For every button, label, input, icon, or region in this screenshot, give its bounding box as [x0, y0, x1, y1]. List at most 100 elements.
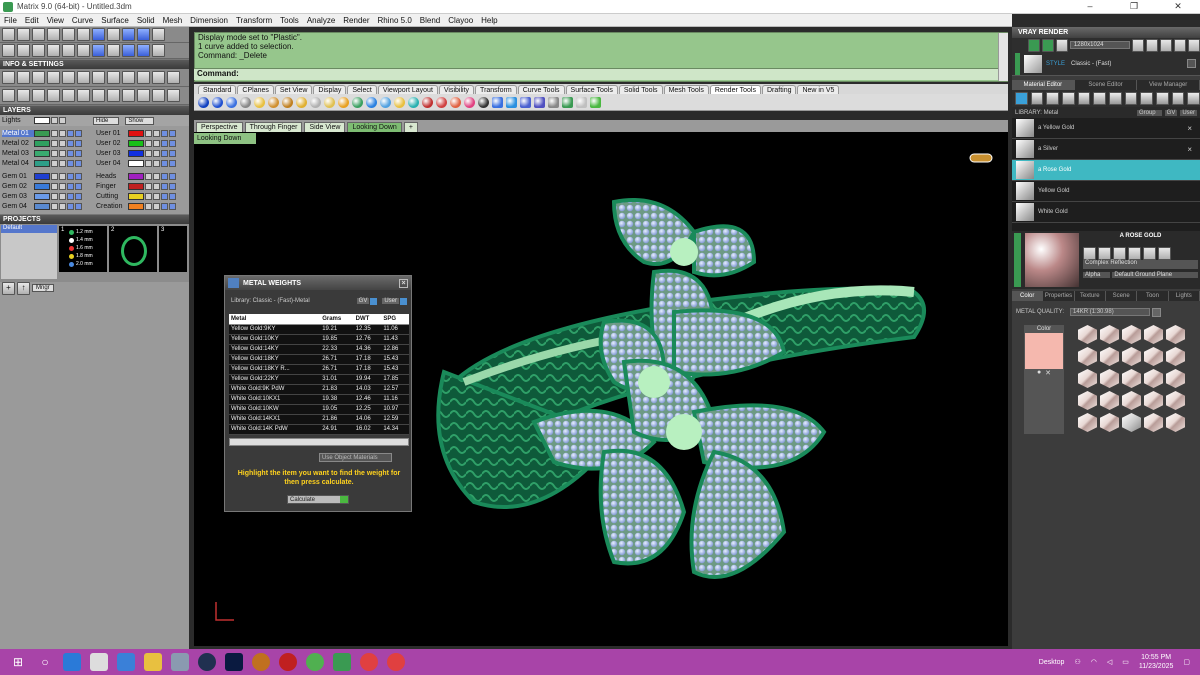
left-tool-4-12-icon[interactable] — [167, 89, 180, 102]
layer-select-icon[interactable] — [67, 159, 74, 167]
metal-preset-cube-icon[interactable] — [1166, 413, 1185, 432]
material-tool-9-icon[interactable] — [1140, 92, 1154, 105]
layer-color-swatch[interactable] — [34, 172, 50, 180]
layer-color-swatch[interactable] — [128, 202, 144, 210]
layer-lock-icon[interactable] — [153, 182, 160, 190]
left-tool-2-1-icon[interactable] — [2, 44, 15, 57]
layer-select-icon[interactable] — [161, 202, 168, 210]
left-tool-4-10-icon[interactable] — [137, 89, 150, 102]
material-item[interactable]: a Rose Gold — [1012, 160, 1200, 181]
left-tool-1-2-icon[interactable] — [17, 28, 30, 41]
render-tool-12-icon[interactable] — [352, 96, 363, 108]
app-icon-9[interactable] — [252, 653, 270, 671]
menu-item-analyze[interactable]: Analyze — [303, 16, 339, 25]
left-tool-2-7-icon[interactable] — [92, 44, 105, 57]
preview-icon-3[interactable] — [1113, 247, 1126, 260]
metal-preset-cube-icon[interactable] — [1078, 369, 1097, 388]
file-explorer-icon[interactable] — [144, 653, 162, 671]
app-icon-11[interactable] — [306, 653, 324, 671]
layer-select-icon[interactable] — [67, 129, 74, 137]
left-tool-4-1-icon[interactable] — [2, 89, 15, 102]
projects-header[interactable]: PROJECTS — [0, 214, 189, 224]
menu-item-file[interactable]: File — [0, 16, 21, 25]
menu-item-help[interactable]: Help — [477, 16, 501, 25]
render-tool-14-icon[interactable] — [380, 96, 391, 108]
metal-preset-cube-icon[interactable] — [1122, 391, 1141, 410]
render-tool-4-icon[interactable] — [240, 96, 251, 108]
layer-lock-icon[interactable] — [153, 149, 160, 157]
render-tool-20-icon[interactable] — [464, 96, 475, 108]
metal-preset-cube-icon[interactable] — [1100, 413, 1119, 432]
layer-row[interactable]: Creation — [94, 201, 188, 211]
layer-color-swatch[interactable] — [128, 192, 144, 200]
toolbar-tab-render-tools[interactable]: Render Tools — [709, 84, 761, 94]
render-tool-24-icon[interactable] — [520, 96, 531, 108]
material-item[interactable]: White Gold — [1012, 202, 1200, 223]
left-tool-1-10-icon[interactable] — [137, 28, 150, 41]
user-button[interactable]: User — [382, 298, 399, 304]
hide-button[interactable]: Hide — [93, 116, 120, 125]
left-tool-4-9-icon[interactable] — [122, 89, 135, 102]
add-project-button[interactable]: + — [2, 281, 15, 295]
menu-item-blend[interactable]: Blend — [416, 16, 444, 25]
layer-select-icon[interactable] — [161, 172, 168, 180]
alpha-select[interactable]: Alpha — [1083, 272, 1111, 278]
render-tool-29-icon[interactable] — [590, 96, 601, 108]
layer-visible-icon[interactable] — [51, 172, 58, 180]
render-tool-18-icon[interactable] — [436, 96, 447, 108]
layer-delete-icon[interactable] — [169, 192, 176, 200]
metal-preset-cube-icon[interactable] — [1144, 325, 1163, 344]
metal-quality-select[interactable]: 14KR (1:30.98) — [1070, 308, 1151, 316]
metal-preset-cube-icon[interactable] — [1100, 369, 1119, 388]
left-tool-1-9-icon[interactable] — [122, 28, 135, 41]
layer-color-swatch[interactable] — [34, 192, 50, 200]
settings-icon[interactable] — [1132, 38, 1145, 52]
metal-preset-cube-icon[interactable] — [1166, 325, 1185, 344]
metal-preset-cube-icon[interactable] — [1144, 391, 1163, 410]
left-tool-1-1-icon[interactable] — [2, 28, 15, 41]
layer-lock-icon[interactable] — [153, 202, 160, 210]
render-tool-15-icon[interactable] — [394, 96, 405, 108]
table-header-spg[interactable]: SPG — [381, 314, 409, 325]
metal-preset-cube-icon[interactable] — [1100, 347, 1119, 366]
layer-visible-icon[interactable] — [145, 182, 152, 190]
info-settings-header[interactable]: INFO & SETTINGS — [0, 59, 189, 69]
layer-select-icon[interactable] — [161, 159, 168, 167]
render-tool-3-icon[interactable] — [226, 96, 237, 108]
clear-color-icon[interactable]: ✕ — [1045, 369, 1051, 378]
left-tool-3-9-icon[interactable] — [122, 71, 135, 84]
material-tool-11-icon[interactable] — [1171, 92, 1185, 105]
network-icon[interactable]: ◠ — [1091, 658, 1097, 666]
layer-lock-icon[interactable] — [59, 182, 66, 190]
render-tool-11-icon[interactable] — [338, 96, 349, 108]
project-thumb-3[interactable]: 3 — [159, 226, 187, 272]
edge-icon[interactable] — [63, 653, 81, 671]
layer-delete-icon[interactable] — [75, 149, 82, 157]
layer-visible-icon[interactable] — [145, 129, 152, 137]
left-tool-2-8-icon[interactable] — [107, 44, 120, 57]
style-expand-handle[interactable] — [1015, 52, 1020, 75]
layer-select-icon[interactable] — [161, 139, 168, 147]
toolbar-tab-mesh-tools[interactable]: Mesh Tools — [663, 84, 709, 94]
viewport-tab-through-finger[interactable]: Through Finger — [244, 122, 303, 132]
menu-item-transform[interactable]: Transform — [232, 16, 276, 25]
viewport-label[interactable]: Looking Down — [194, 133, 256, 144]
render-region-icon[interactable] — [1041, 38, 1054, 52]
tab-view-manager[interactable]: View Manager — [1137, 80, 1200, 90]
left-tool-3-7-icon[interactable] — [92, 71, 105, 84]
metal-preset-cube-icon[interactable] — [1122, 369, 1141, 388]
preview-icon-4[interactable] — [1128, 247, 1141, 260]
table-row[interactable]: White Gold:14K PdW 24.91 16.02 14.34 — [229, 424, 409, 435]
left-tool-1-11-icon[interactable] — [152, 28, 165, 41]
table-row[interactable]: Yellow Gold:14KY 22.33 14.36 12.86 — [229, 344, 409, 355]
metal-weights-header[interactable]: METAL WEIGHTS × — [225, 276, 411, 290]
toolbar-tab-drafting[interactable]: Drafting — [761, 84, 797, 94]
layer-select-icon[interactable] — [67, 182, 74, 190]
tab-scene-editor[interactable]: Scene Editor — [1075, 80, 1138, 90]
person-icon[interactable]: ⚇ — [1074, 658, 1080, 666]
left-tool-1-5-icon[interactable] — [62, 28, 75, 41]
menu-item-edit[interactable]: Edit — [21, 16, 43, 25]
metal-preset-cube-icon[interactable] — [1166, 391, 1185, 410]
layer-delete-icon[interactable] — [75, 139, 82, 147]
layers-header[interactable]: LAYERS — [0, 105, 189, 115]
